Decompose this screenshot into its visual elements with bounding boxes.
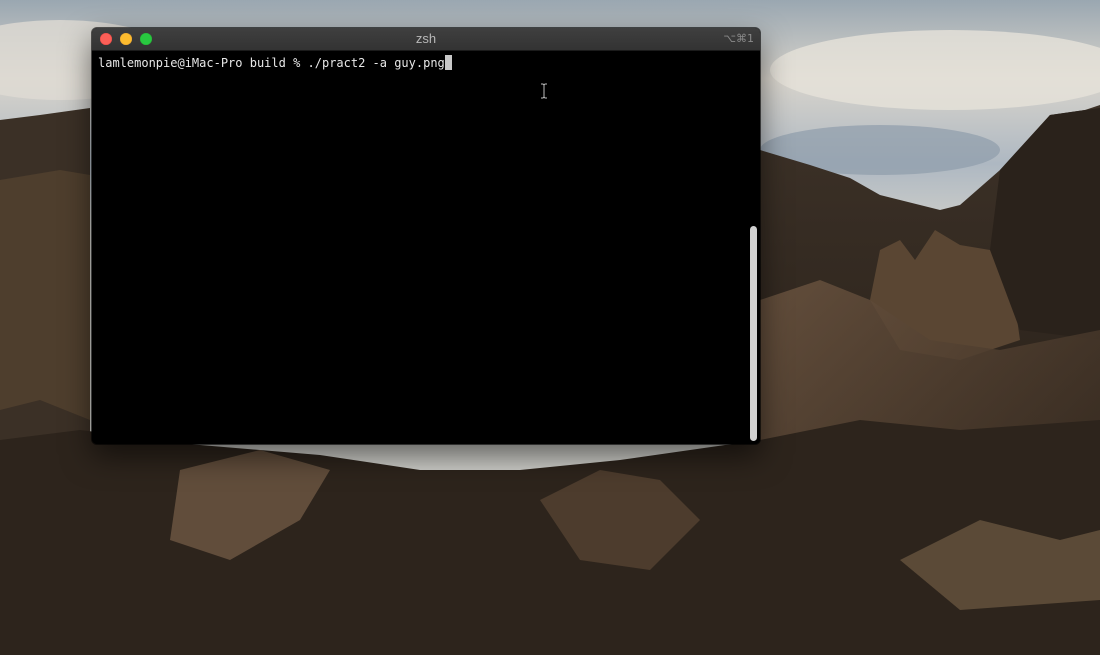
window-shortcut-hint: ⌥⌘1 — [723, 32, 754, 45]
window-title: zsh — [415, 31, 437, 46]
text-cursor — [444, 55, 452, 70]
terminal-window[interactable]: zsh ⌥⌘1 lamlemonpie@iMac-Pro build % ./p… — [92, 28, 760, 444]
terminal-body[interactable]: lamlemonpie@iMac-Pro build % ./pract2 -a… — [92, 51, 760, 444]
ibeam-cursor-icon — [541, 83, 547, 99]
scrollbar-thumb[interactable] — [750, 226, 757, 441]
terminal-scrollbar[interactable] — [746, 51, 760, 444]
terminal-command[interactable]: ./pract2 -a guy.png — [308, 56, 445, 70]
window-titlebar[interactable]: zsh ⌥⌘1 — [92, 28, 760, 51]
desktop: zsh ⌥⌘1 lamlemonpie@iMac-Pro build % ./p… — [0, 0, 1100, 655]
terminal-input-line[interactable]: lamlemonpie@iMac-Pro build % ./pract2 -a… — [98, 55, 452, 71]
terminal-prompt: lamlemonpie@iMac-Pro build % — [98, 56, 308, 70]
